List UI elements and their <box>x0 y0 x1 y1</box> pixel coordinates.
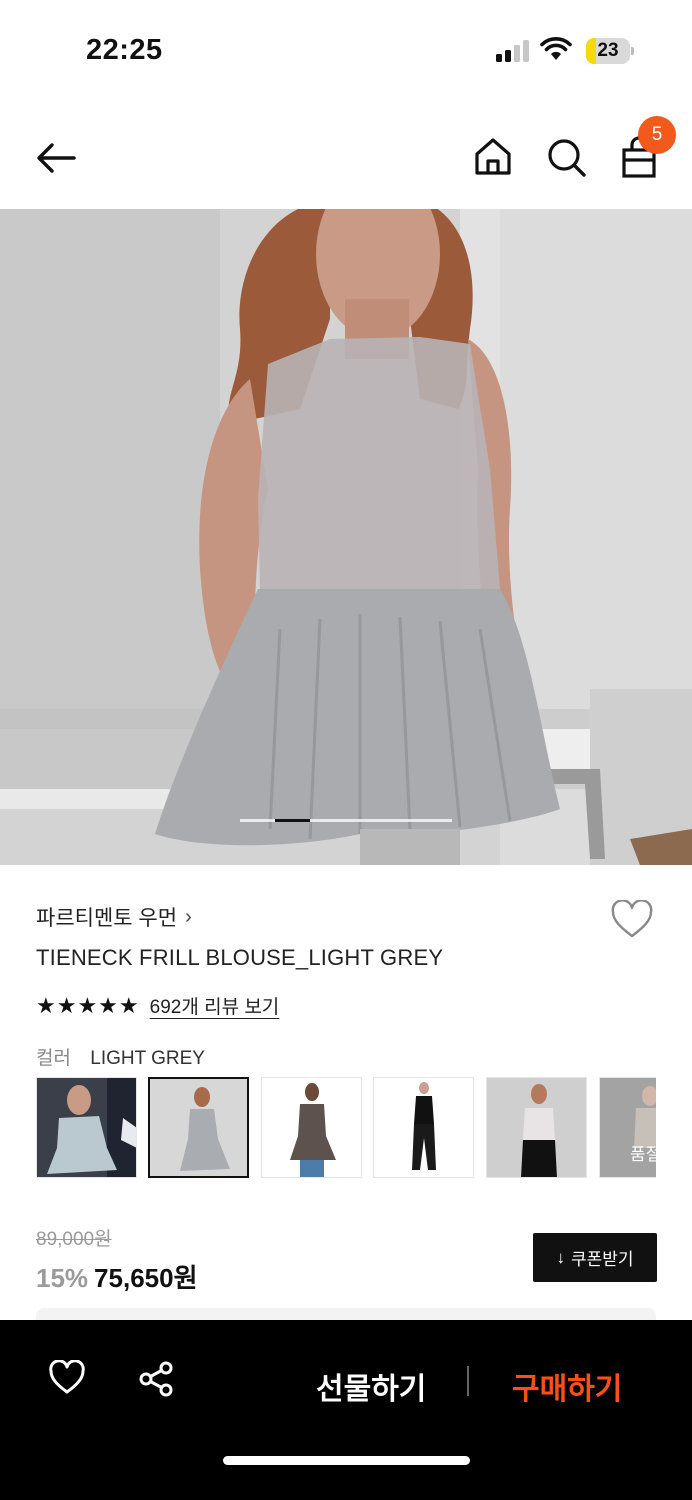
brand-name: 파르티멘토 우먼 <box>36 907 178 930</box>
battery-indicator: 23 <box>586 38 634 64</box>
battery-percent: 23 <box>597 40 619 61</box>
product-photo <box>0 209 692 865</box>
color-thumbnail-selected[interactable] <box>148 1077 249 1178</box>
rating-row: ★★★★★ 692개 리뷰 보기 <box>36 992 279 1019</box>
gift-button[interactable]: 선물하기 <box>316 1364 426 1408</box>
home-indicator[interactable] <box>223 1456 470 1465</box>
chevron-right-icon: › <box>185 905 192 928</box>
top-navigation <box>0 110 692 206</box>
color-value: LIGHT GREY <box>90 1048 205 1069</box>
color-row: 컬러 LIGHT GREY <box>36 1043 205 1070</box>
coupon-download-button[interactable]: ↓ 쿠폰받기 <box>533 1233 657 1282</box>
color-thumbnail[interactable] <box>36 1077 137 1178</box>
product-image-carousel[interactable] <box>0 209 692 865</box>
soldout-label: 품절 <box>630 1145 656 1164</box>
color-thumbnail[interactable] <box>261 1077 362 1178</box>
color-thumbnail-soldout[interactable]: 품절 <box>599 1077 656 1178</box>
search-icon[interactable] <box>545 136 589 180</box>
share-icon[interactable] <box>138 1360 176 1398</box>
final-price: 75,650원 <box>94 1263 198 1293</box>
review-link[interactable]: 692개 리뷰 보기 <box>150 992 280 1019</box>
carousel-indicator <box>240 819 452 822</box>
carousel-indicator-active <box>275 819 310 822</box>
color-label: 컬러 <box>36 1048 71 1069</box>
bottom-action-bar: 선물하기 구매하기 <box>0 1320 692 1500</box>
divider <box>467 1366 469 1396</box>
status-time: 22:25 <box>86 34 163 66</box>
back-arrow-icon[interactable] <box>34 138 78 178</box>
heart-icon[interactable] <box>48 1360 86 1396</box>
wifi-icon <box>540 37 572 60</box>
download-icon: ↓ <box>556 1247 565 1267</box>
home-icon[interactable] <box>472 136 514 178</box>
color-thumbnail-list: 품절 <box>36 1077 656 1178</box>
color-thumbnail[interactable] <box>486 1077 587 1178</box>
product-title: TIENECK FRILL BLOUSE_LIGHT GREY <box>36 945 444 970</box>
star-rating-icon: ★★★★★ <box>36 992 140 1018</box>
color-thumbnail[interactable] <box>373 1077 474 1178</box>
price-row: 15% 75,650원 <box>36 1258 198 1295</box>
cart-count-badge: 5 <box>638 116 676 154</box>
brand-link[interactable]: 파르티멘토 우먼 › <box>36 902 192 932</box>
status-bar: 22:25 23 <box>0 0 692 100</box>
discount-rate: 15% <box>36 1263 89 1293</box>
cellular-signal-icon <box>496 40 529 62</box>
original-price: 89,000원 <box>36 1229 112 1250</box>
buy-button[interactable]: 구매하기 <box>512 1364 622 1408</box>
heart-icon[interactable] <box>610 900 654 940</box>
coupon-label: 쿠폰받기 <box>570 1250 634 1269</box>
